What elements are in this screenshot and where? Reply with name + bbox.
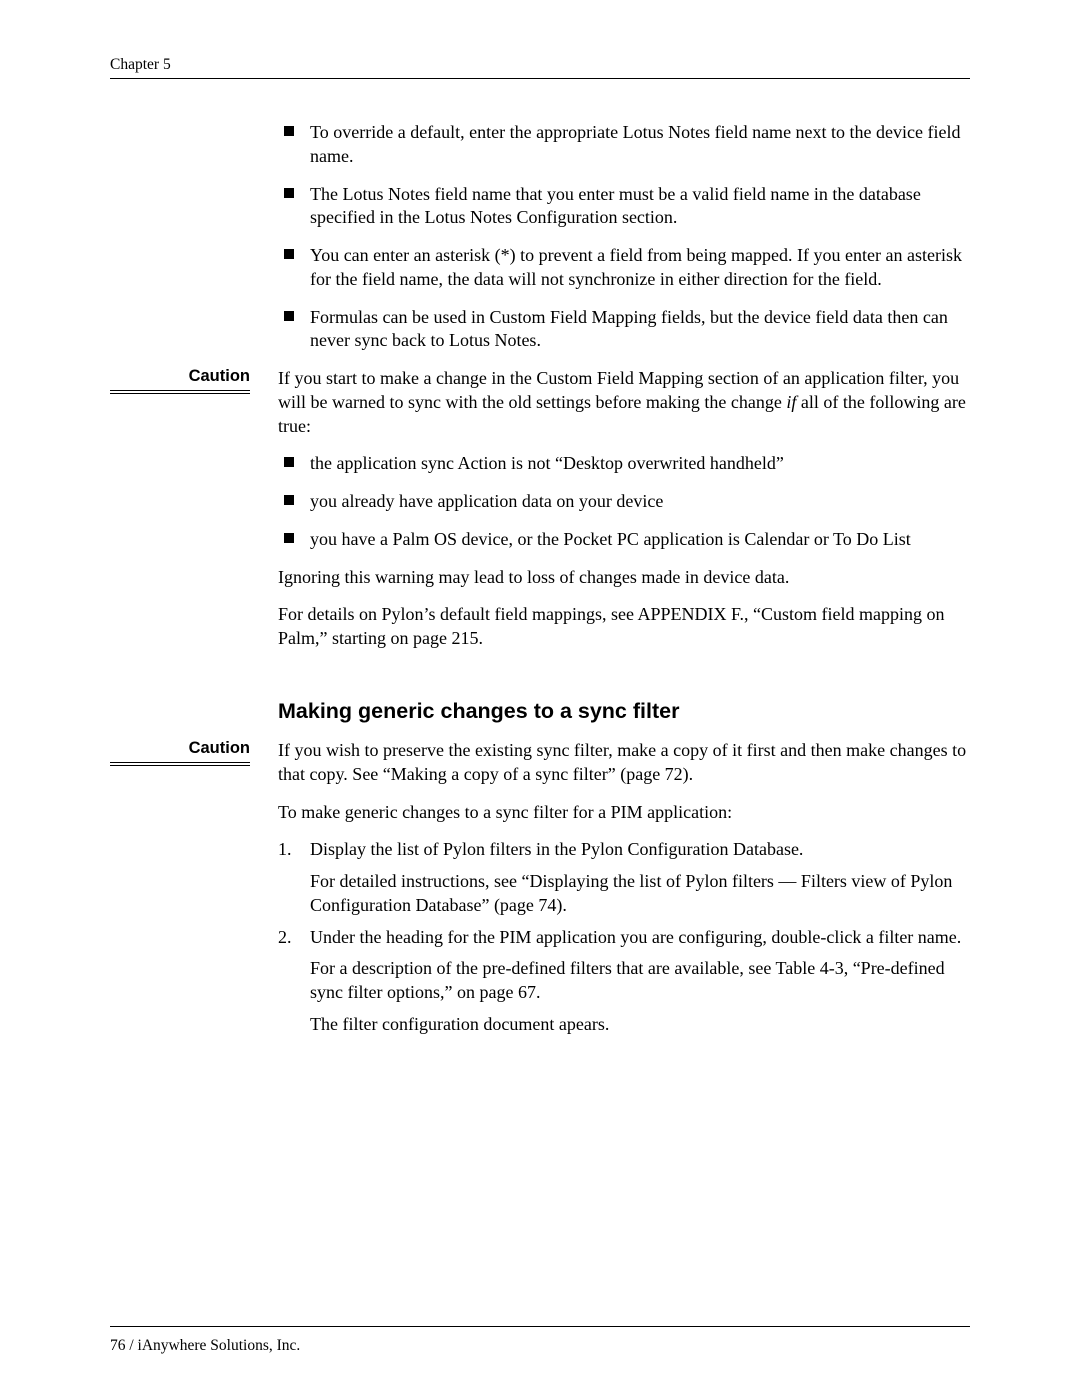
caution-label: Caution xyxy=(110,739,250,758)
list-item: The Lotus Notes field name that you ente… xyxy=(278,183,970,231)
list-item: the application sync Action is not “Desk… xyxy=(278,452,970,476)
list-item: You can enter an asterisk (*) to prevent… xyxy=(278,244,970,292)
step-text: Display the list of Pylon filters in the… xyxy=(310,839,803,859)
step-2-sub1: For a description of the pre-defined fil… xyxy=(310,957,970,1005)
bullet-text: To override a default, enter the appropr… xyxy=(310,122,961,166)
step-2-sub2: The filter configuration document apears… xyxy=(310,1013,970,1037)
step-text: Under the heading for the PIM applicatio… xyxy=(310,927,961,947)
list-item: To override a default, enter the appropr… xyxy=(278,121,970,169)
footer-text: 76 / iAnywhere Solutions, Inc. xyxy=(110,1337,300,1354)
bullet-text: you already have application data on you… xyxy=(310,491,663,511)
list-item: Formulas can be used in Custom Field Map… xyxy=(278,306,970,354)
chapter-label: Chapter 5 xyxy=(110,56,171,73)
caution-label-block-2: Caution xyxy=(110,739,278,766)
list-item: you already have application data on you… xyxy=(278,490,970,514)
bullet-text: You can enter an asterisk (*) to prevent… xyxy=(310,245,962,289)
caution-label-block: Caution xyxy=(110,367,278,394)
procedure-steps: Display the list of Pylon filters in the… xyxy=(278,838,970,1036)
field-mapping-bullets: To override a default, enter the appropr… xyxy=(278,121,970,353)
caution-intro: If you start to make a change in the Cus… xyxy=(278,367,970,438)
step-2: Under the heading for the PIM applicatio… xyxy=(278,926,970,1037)
page-header: Chapter 5 xyxy=(110,56,970,79)
list-item: you have a Palm OS device, or the Pocket… xyxy=(278,528,970,552)
step-1-sub: For detailed instructions, see “Displayi… xyxy=(310,870,970,918)
page-footer: 76 / iAnywhere Solutions, Inc. xyxy=(110,1326,970,1355)
caution-rule xyxy=(110,390,250,394)
caution-intro-italic: if xyxy=(786,392,796,412)
caution-rule xyxy=(110,762,250,766)
bullet-text: The Lotus Notes field name that you ente… xyxy=(310,184,921,228)
section-intro: To make generic changes to a sync filter… xyxy=(278,801,970,825)
caution-conditions: the application sync Action is not “Desk… xyxy=(278,452,970,551)
section-heading-sync-filter: Making generic changes to a sync filter xyxy=(278,697,970,725)
caution-2-text: If you wish to preserve the existing syn… xyxy=(278,739,970,787)
caution-warning: Ignoring this warning may lead to loss o… xyxy=(278,566,970,590)
bullet-text: you have a Palm OS device, or the Pocket… xyxy=(310,529,911,549)
caution-reference: For details on Pylon’s default field map… xyxy=(278,603,970,651)
bullet-text: Formulas can be used in Custom Field Map… xyxy=(310,307,948,351)
bullet-text: the application sync Action is not “Desk… xyxy=(310,453,784,473)
caution-label: Caution xyxy=(110,367,250,386)
step-1: Display the list of Pylon filters in the… xyxy=(278,838,970,917)
